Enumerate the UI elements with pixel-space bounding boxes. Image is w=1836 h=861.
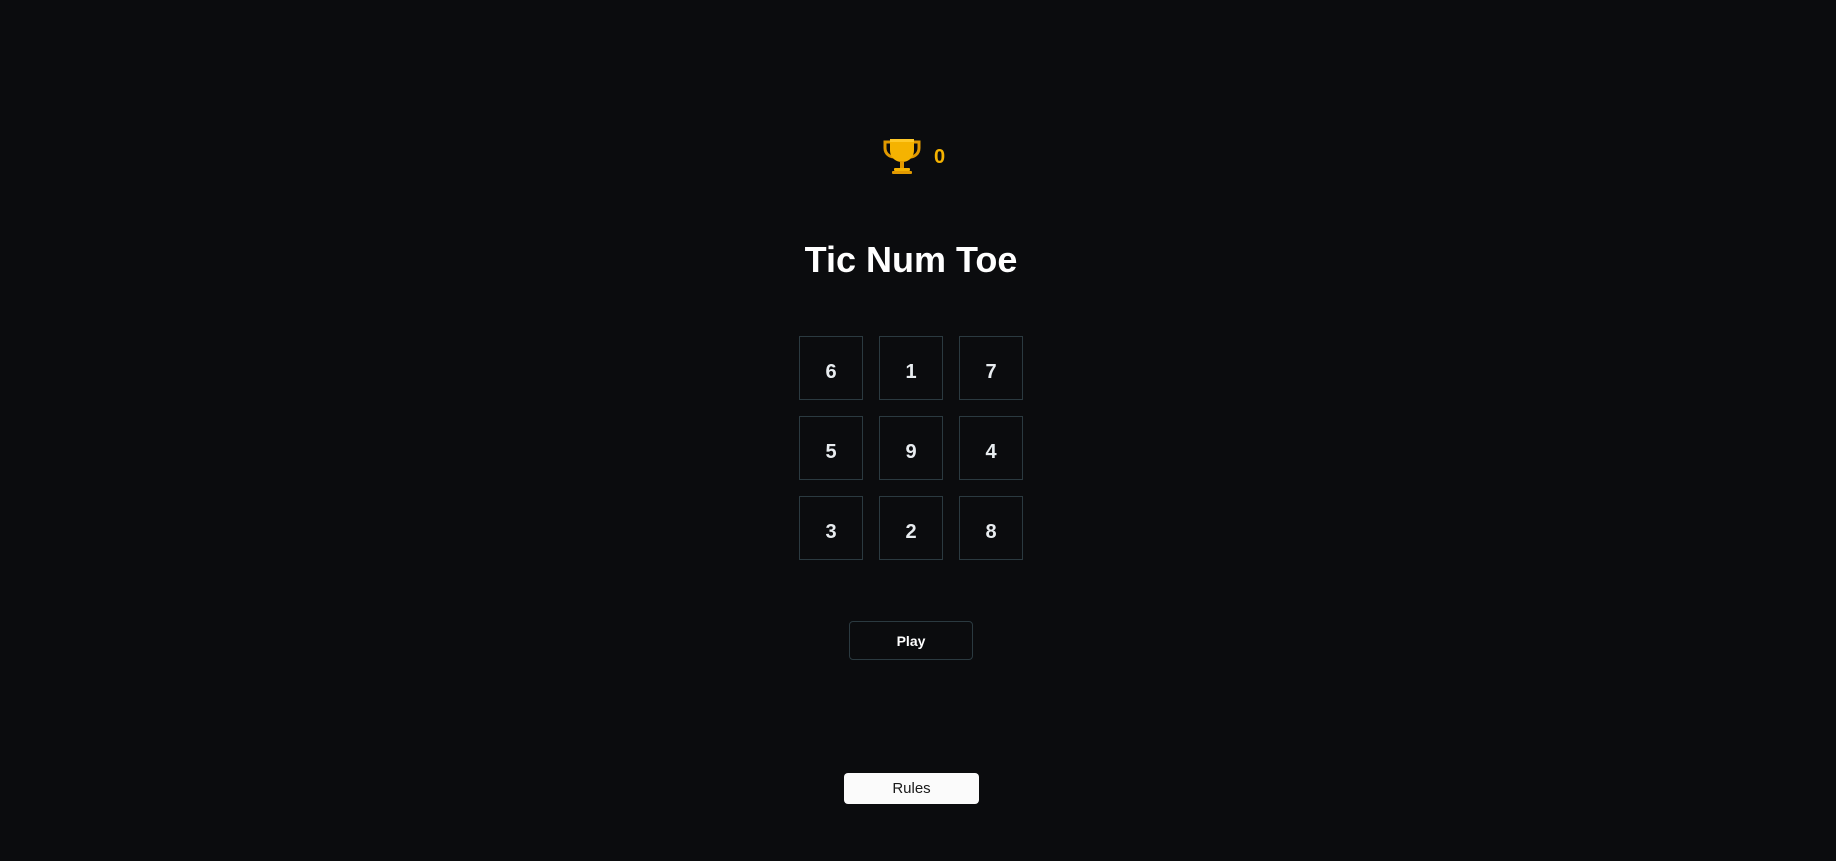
page-title: Tic Num Toe xyxy=(804,239,1018,280)
board-cell[interactable]: 6 xyxy=(799,336,863,400)
score-display: 0 xyxy=(882,136,945,176)
play-button[interactable]: Play xyxy=(849,621,973,660)
board-cell[interactable]: 7 xyxy=(959,336,1023,400)
board-cell[interactable]: 3 xyxy=(799,496,863,560)
board-cell[interactable]: 9 xyxy=(879,416,943,480)
board-cell[interactable]: 5 xyxy=(799,416,863,480)
rules-button[interactable]: Rules xyxy=(844,773,979,804)
board-cell[interactable]: 4 xyxy=(959,416,1023,480)
game-page: 0 Tic Num Toe 617 594 328 Play Rules xyxy=(0,0,1836,861)
game-board: 617 594 328 xyxy=(799,336,1023,560)
board-cell[interactable]: 1 xyxy=(879,336,943,400)
board-cell[interactable]: 2 xyxy=(879,496,943,560)
trophy-icon xyxy=(883,139,921,174)
score-value: 0 xyxy=(934,146,946,168)
board-cell[interactable]: 8 xyxy=(959,496,1023,560)
